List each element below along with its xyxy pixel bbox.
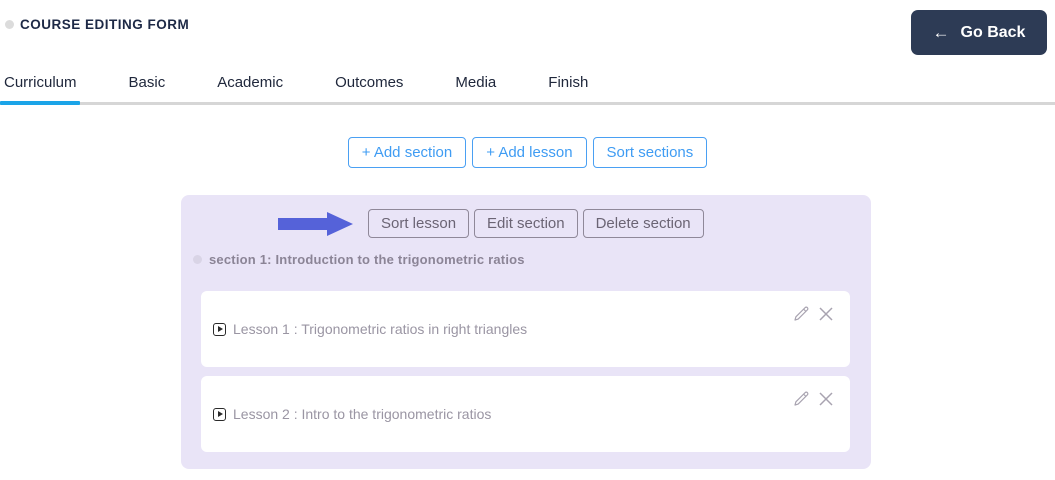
edit-lesson-icon[interactable] (792, 305, 810, 323)
section-panel-header: Sort lesson Edit section Delete section (181, 195, 871, 238)
play-icon (213, 408, 226, 421)
add-lesson-button[interactable]: + Add lesson (472, 137, 586, 168)
play-icon (213, 323, 226, 336)
lesson-title: Lesson 1 : Trigonometric ratios in right… (233, 321, 527, 337)
edit-lesson-icon[interactable] (792, 390, 810, 408)
page-header: COURSE EDITING FORM ← Go Back (0, 0, 1055, 62)
tab-bar: Curriculum Basic Academic Outcomes Media… (0, 62, 1055, 105)
edit-section-button[interactable]: Edit section (474, 209, 578, 238)
lesson-card-actions (792, 305, 835, 323)
tab-media[interactable]: Media (455, 74, 496, 91)
page-title: COURSE EDITING FORM (20, 17, 189, 32)
pointer-arrow-icon (278, 212, 353, 236)
go-back-button[interactable]: ← Go Back (911, 10, 1047, 55)
tab-basic[interactable]: Basic (129, 74, 166, 91)
tab-academic[interactable]: Academic (217, 74, 283, 91)
go-back-label: Go Back (961, 24, 1026, 42)
lesson-list: Lesson 1 : Trigonometric ratios in right… (201, 291, 850, 452)
delete-lesson-icon[interactable] (817, 305, 835, 323)
sort-lesson-button[interactable]: Sort lesson (368, 209, 469, 238)
page-title-row: COURSE EDITING FORM (5, 17, 189, 32)
section-title-row: section 1: Introduction to the trigonome… (193, 252, 871, 267)
tab-finish[interactable]: Finish (548, 74, 588, 91)
lesson-card-2: Lesson 2 : Intro to the trigonometric ra… (201, 376, 850, 452)
section-button-group: Sort lesson Edit section Delete section (368, 209, 704, 238)
tab-outcomes[interactable]: Outcomes (335, 74, 403, 91)
section-panel: Sort lesson Edit section Delete section … (181, 195, 871, 469)
delete-lesson-icon[interactable] (817, 390, 835, 408)
bullet-icon (193, 255, 202, 264)
add-section-button[interactable]: + Add section (348, 137, 466, 168)
lesson-title: Lesson 2 : Intro to the trigonometric ra… (233, 406, 491, 422)
lesson-card-1: Lesson 1 : Trigonometric ratios in right… (201, 291, 850, 367)
delete-section-button[interactable]: Delete section (583, 209, 704, 238)
section-title: section 1: Introduction to the trigonome… (209, 252, 525, 267)
bullet-icon (5, 20, 14, 29)
lesson-card-actions (792, 390, 835, 408)
back-arrow-icon: ← (933, 24, 950, 41)
course-editing-page: COURSE EDITING FORM ← Go Back Curriculum… (0, 0, 1055, 480)
curriculum-actions: + Add section + Add lesson Sort sections (0, 137, 1055, 168)
active-tab-underline (0, 101, 80, 105)
sort-sections-button[interactable]: Sort sections (593, 137, 708, 168)
tab-curriculum[interactable]: Curriculum (4, 74, 77, 91)
